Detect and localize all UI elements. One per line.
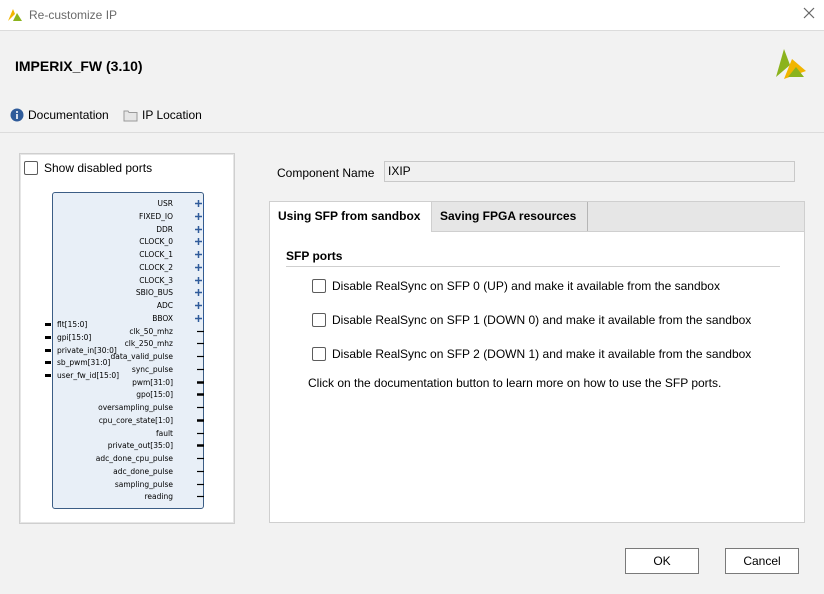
- port-pin-icon: [197, 470, 204, 472]
- port-label: flt[15:0]: [57, 320, 88, 329]
- port-pin-icon: [197, 393, 204, 396]
- port-pin-icon: [197, 419, 204, 422]
- ip-title: IMPERIX_FW (3.10): [15, 58, 143, 74]
- port-label: reading: [144, 492, 174, 502]
- port-pin-icon: [197, 444, 204, 447]
- port-pin-icon: [45, 361, 51, 365]
- sfp1-checkbox[interactable]: [312, 313, 326, 327]
- title-bar: Re-customize IP: [0, 0, 824, 30]
- port-label: pwm[31:0]: [132, 377, 173, 387]
- port-label: clk_50_mhz: [129, 326, 173, 336]
- bus-interface-icon: [195, 237, 204, 247]
- vivado-logo-icon: [776, 49, 806, 79]
- tab-container: Using SFP from sandbox Saving FPGA resou…: [269, 201, 805, 523]
- bus-interface-icon: [195, 313, 204, 323]
- group-divider: [286, 266, 780, 267]
- sfp1-label: Disable RealSync on SFP 1 (DOWN 0) and m…: [332, 313, 752, 327]
- ip-block-symbol: USR FIXED_IO DDR CLOCK_0 CLOCK_1 CLOCK_2 CLOCK…: [45, 192, 204, 509]
- port-label: SBIO_BUS: [135, 288, 173, 298]
- port-label: gpi[15:0]: [57, 332, 92, 342]
- port-pin-icon: [197, 380, 204, 384]
- port-pin-icon: [197, 432, 204, 434]
- port-pin-icon: [45, 335, 51, 339]
- documentation-label: Documentation: [28, 108, 109, 122]
- links-bar: Documentation IP Location: [0, 102, 824, 132]
- sfp2-label: Disable RealSync on SFP 2 (DOWN 1) and m…: [332, 347, 752, 361]
- port-label: oversampling_pulse: [98, 403, 173, 412]
- port-label: private_out[35:0]: [107, 441, 173, 451]
- bus-interface-icon: [195, 199, 204, 208]
- bus-interface-icon: [195, 288, 204, 298]
- port-label: user_fw_id[15:0]: [57, 371, 120, 380]
- tab-using-sfp-from-sandbox[interactable]: Using SFP from sandbox: [270, 202, 432, 232]
- show-disabled-ports-checkbox[interactable]: [24, 161, 38, 175]
- bus-interface-icon: [195, 250, 204, 259]
- port-pin-icon: [197, 343, 204, 345]
- bus-interface-icon: [195, 275, 204, 285]
- port-label: clk_250_mhz: [124, 339, 173, 349]
- dialog-header: IMPERIX_FW (3.10): [0, 30, 824, 103]
- port-label: adc_done_pulse: [113, 466, 173, 476]
- bus-interface-icon: [195, 301, 204, 310]
- sfp0-option[interactable]: Disable RealSync on SFP 0 (UP) and make …: [312, 279, 720, 293]
- bus-interface-icon: [195, 224, 204, 234]
- port-label: CLOCK_1: [139, 250, 173, 259]
- port-pin-icon: [197, 406, 204, 409]
- port-label: sb_pwm[31:0]: [57, 358, 111, 368]
- port-pin-icon: [197, 355, 204, 358]
- documentation-link[interactable]: Documentation: [10, 108, 109, 122]
- port-pin-icon: [45, 323, 51, 326]
- configuration-panel: Component Name IXIP Using SFP from sandb…: [268, 151, 806, 523]
- port-pin-icon: [45, 348, 51, 352]
- info-icon: [10, 108, 24, 122]
- port-label: sync_pulse: [131, 364, 173, 374]
- cancel-button[interactable]: Cancel: [725, 548, 799, 574]
- port-label: sampling_pulse: [114, 479, 173, 489]
- sfp-ports-group-title: SFP ports: [286, 249, 343, 263]
- port-pin-icon: [197, 483, 204, 485]
- component-name-field[interactable]: IXIP: [384, 161, 795, 182]
- show-disabled-ports-label: Show disabled ports: [44, 161, 153, 175]
- port-label: CLOCK_2: [139, 262, 173, 272]
- dialog-content: Show disabled ports USR FIXED_IO DDR CLOCK_…: [0, 133, 824, 594]
- sfp2-checkbox[interactable]: [312, 347, 326, 361]
- bus-interface-icon: [195, 262, 204, 272]
- sfp0-label: Disable RealSync on SFP 0 (UP) and make …: [332, 279, 720, 293]
- port-label: adc_done_cpu_pulse: [95, 454, 173, 463]
- vivado-logo-icon: [8, 9, 22, 21]
- sfp-help-note: Click on the documentation button to lea…: [308, 376, 722, 390]
- port-label: USR: [157, 199, 173, 208]
- port-pin-icon: [45, 374, 51, 377]
- component-name-label: Component Name: [277, 166, 375, 180]
- port-pin-icon: [197, 330, 204, 332]
- port-pin-icon: [197, 457, 204, 460]
- bus-interface-icon: [195, 211, 204, 221]
- port-pin-icon: [197, 496, 204, 498]
- port-label: DDR: [156, 224, 173, 234]
- sfp1-option[interactable]: Disable RealSync on SFP 1 (DOWN 0) and m…: [312, 313, 751, 327]
- ip-symbol-panel: Show disabled ports USR FIXED_IO DDR CLOCK_…: [19, 153, 235, 524]
- port-label: BBOX: [152, 313, 173, 323]
- tab-saving-fpga-resources[interactable]: Saving FPGA resources: [432, 202, 588, 231]
- port-label: fault: [155, 428, 173, 438]
- ip-location-label: IP Location: [142, 108, 202, 122]
- port-label: private_in[30:0]: [57, 345, 117, 355]
- close-icon[interactable]: [802, 6, 816, 20]
- tab-strip: Using SFP from sandbox Saving FPGA resou…: [270, 202, 804, 232]
- port-label: cpu_core_state[1:0]: [98, 415, 173, 425]
- port-label: gpo[15:0]: [136, 390, 173, 400]
- port-label: CLOCK_0: [139, 237, 173, 247]
- port-pin-icon: [197, 368, 204, 370]
- folder-icon: [123, 110, 138, 121]
- ip-location-link[interactable]: IP Location: [123, 108, 202, 122]
- show-disabled-ports-toggle[interactable]: Show disabled ports: [24, 161, 152, 175]
- sfp2-option[interactable]: Disable RealSync on SFP 2 (DOWN 1) and m…: [312, 347, 751, 361]
- port-label: FIXED_IO: [138, 211, 173, 221]
- port-label: data_valid_pulse: [110, 352, 173, 361]
- sfp0-checkbox[interactable]: [312, 279, 326, 293]
- port-label: ADC: [156, 301, 173, 310]
- window-title: Re-customize IP: [29, 8, 118, 22]
- ok-button[interactable]: OK: [625, 548, 699, 574]
- port-label: CLOCK_3: [139, 275, 173, 285]
